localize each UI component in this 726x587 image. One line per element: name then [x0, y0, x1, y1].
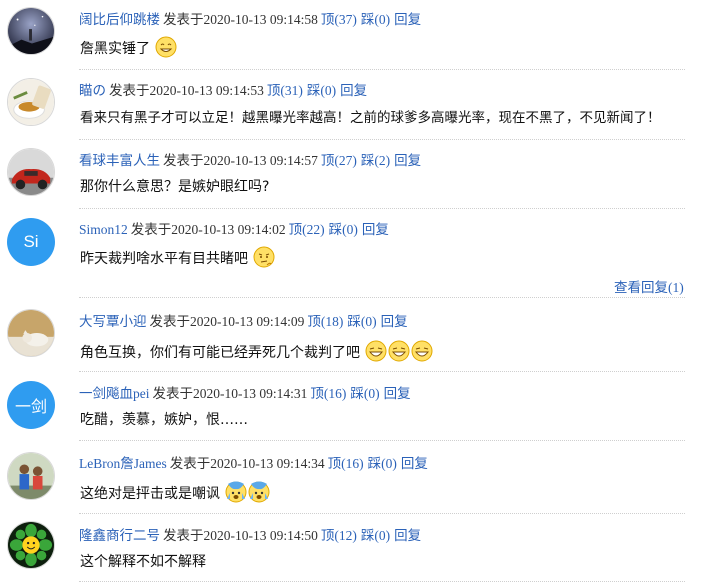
username-link[interactable]: 隆鑫商行二号	[79, 528, 160, 543]
comment-text-row: 看来只有黑子才可以立足！越黑曝光率越高！之前的球爹多高曝光率，现在不黑了，不见新…	[80, 106, 661, 130]
divider	[79, 208, 685, 209]
comment-text-row: 这个解释不如不解释	[80, 550, 206, 574]
reply-link[interactable]: 回复	[401, 456, 428, 471]
comment-text: 看来只有黑子才可以立足！越黑曝光率越高！之前的球爹多高曝光率，现在不黑了，不见新…	[80, 110, 661, 126]
comment-text-row: 昨天裁判啥水平有目共睹吧	[80, 246, 275, 271]
timestamp: 2020-10-13 09:14:02	[171, 222, 286, 237]
upvote-link[interactable]: 顶(31)	[267, 83, 303, 98]
user-avatar[interactable]	[7, 78, 55, 126]
posted-label: 发表于	[169, 456, 211, 471]
reply-link[interactable]: 回复	[394, 12, 421, 27]
upvote-link[interactable]: 顶(37)	[321, 12, 357, 27]
divider	[79, 513, 685, 514]
comment-text: 那你什么意思？是嫉妒眼红吗?	[80, 179, 270, 195]
downvote-link[interactable]: 踩(0)	[329, 222, 358, 237]
username-link[interactable]: 大写覃小迎	[79, 314, 147, 329]
user-avatar[interactable]	[7, 148, 55, 196]
downvote-link[interactable]: 踩(0)	[350, 386, 379, 401]
divider	[79, 581, 685, 582]
avatar-initials: Si	[23, 232, 39, 251]
username-link[interactable]: 看球丰富人生	[79, 153, 160, 168]
timestamp: 2020-10-13 09:14:53	[149, 83, 264, 98]
user-avatar[interactable]	[7, 521, 55, 569]
avatar-initials: 一剑	[14, 399, 47, 416]
downvote-link[interactable]: 踩(0)	[307, 83, 336, 98]
posted-label: 发表于	[152, 386, 194, 401]
username-link[interactable]: LeBron詹James	[79, 456, 167, 471]
downvote-link[interactable]: 踩(0)	[368, 456, 397, 471]
divider	[79, 139, 685, 140]
user-avatar[interactable]	[7, 452, 55, 500]
reply-link[interactable]: 回复	[362, 222, 389, 237]
comment-text: 詹黑实锤了	[80, 41, 150, 57]
laugh-emoji-icon	[365, 340, 387, 362]
upvote-link[interactable]: 顶(16)	[310, 386, 346, 401]
comment-text: 角色互换，你们有可能已经弄死几个裁判了吧	[80, 345, 360, 361]
reply-link[interactable]: 回复	[394, 528, 421, 543]
downvote-link[interactable]: 踩(0)	[361, 528, 390, 543]
timestamp: 2020-10-13 09:14:09	[190, 314, 305, 329]
divider	[79, 297, 685, 298]
timestamp: 2020-10-13 09:14:58	[203, 12, 318, 27]
posted-label: 发表于	[163, 153, 204, 168]
username-link[interactable]: 一剑飚血pei	[79, 386, 150, 401]
divider	[79, 69, 685, 70]
posted-label: 发表于	[109, 83, 150, 98]
reply-link[interactable]: 回复	[384, 386, 411, 401]
comment-text-row: 詹黑实锤了	[80, 36, 177, 61]
comment-text: 这绝对是抨击或是嘲讽	[80, 486, 220, 502]
user-avatar[interactable]: 一剑	[7, 381, 55, 429]
posted-label: 发表于	[130, 222, 172, 237]
comment-text-row: 那你什么意思？是嫉妒眼红吗?	[80, 175, 269, 199]
username-link[interactable]: 瞄の	[79, 83, 106, 98]
comment-text: 这个解释不如不解释	[80, 554, 206, 570]
laugh-emoji-icon	[411, 340, 433, 362]
downvote-link[interactable]: 踩(2)	[361, 153, 390, 168]
reply-link[interactable]: 回复	[381, 314, 408, 329]
upvote-link[interactable]: 顶(18)	[307, 314, 343, 329]
comment-text: 吃醋，羡慕，嫉妒，恨……	[80, 412, 248, 428]
comment-text: 昨天裁判啥水平有目共睹吧	[80, 251, 248, 267]
timestamp: 2020-10-13 09:14:57	[203, 153, 318, 168]
upvote-link[interactable]: 顶(27)	[321, 153, 357, 168]
grin-emoji-icon	[155, 36, 177, 58]
laugh-emoji-icon	[388, 340, 410, 362]
view-replies-link[interactable]: 查看回复(1)	[614, 276, 684, 296]
downvote-link[interactable]: 踩(0)	[347, 314, 376, 329]
divider	[79, 440, 685, 441]
posted-label: 发表于	[163, 528, 204, 543]
username-link[interactable]: 阔比后仰跳楼	[79, 12, 160, 27]
downvote-link[interactable]: 踩(0)	[361, 12, 390, 27]
comment-text-row: 这绝对是抨击或是嘲讽	[80, 481, 270, 506]
comment-text-row: 吃醋，羡慕，嫉妒，恨……	[80, 408, 248, 432]
thinking-emoji-icon	[253, 246, 275, 268]
comment-text-row: 角色互换，你们有可能已经弄死几个裁判了吧	[80, 340, 433, 365]
upvote-link[interactable]: 顶(12)	[321, 528, 357, 543]
upvote-link[interactable]: 顶(16)	[328, 456, 364, 471]
fearful-emoji-icon	[225, 481, 247, 503]
user-avatar[interactable]	[7, 309, 55, 357]
user-avatar[interactable]	[7, 7, 55, 55]
timestamp: 2020-10-13 09:14:31	[193, 386, 308, 401]
timestamp: 2020-10-13 09:14:50	[203, 528, 318, 543]
posted-label: 发表于	[163, 12, 204, 27]
divider	[79, 371, 685, 372]
timestamp: 2020-10-13 09:14:34	[210, 456, 325, 471]
username-link[interactable]: Simon12	[79, 222, 128, 237]
posted-label: 发表于	[149, 314, 191, 329]
reply-link[interactable]: 回复	[340, 83, 367, 98]
upvote-link[interactable]: 顶(22)	[289, 222, 325, 237]
fearful-emoji-icon	[248, 481, 270, 503]
user-avatar[interactable]: Si	[7, 218, 55, 266]
reply-link[interactable]: 回复	[394, 153, 421, 168]
